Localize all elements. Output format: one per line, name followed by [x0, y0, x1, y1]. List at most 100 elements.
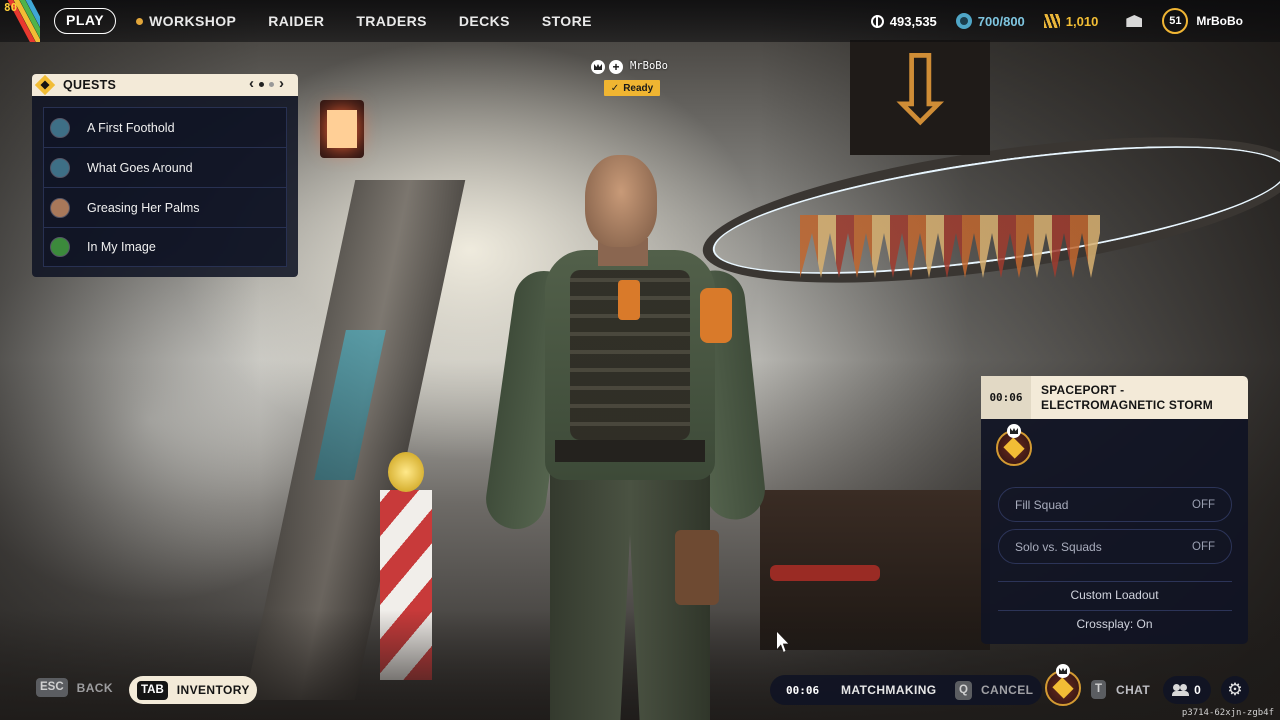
- credits-currency[interactable]: 1,010: [1043, 13, 1099, 29]
- settings-button[interactable]: ⚙: [1221, 676, 1249, 704]
- coins-currency[interactable]: 493,535: [870, 13, 937, 29]
- quest-title: What Goes Around: [87, 160, 193, 175]
- credits-icon: [1043, 14, 1060, 28]
- matchmaking-status-bar: 00:06 MATCHMAKING Q CANCEL: [770, 675, 1042, 705]
- player-name: MrBoBo: [1196, 14, 1243, 28]
- quest-item[interactable]: What Goes Around: [43, 147, 287, 187]
- friends-button[interactable]: 0: [1163, 676, 1211, 704]
- leader-crown-icon: [1007, 424, 1021, 438]
- add-friend-icon[interactable]: +: [609, 60, 623, 74]
- nav-traders-tab[interactable]: TRADERS: [356, 8, 426, 34]
- coins-icon: [870, 14, 884, 28]
- nav-raider-tab[interactable]: RAIDER: [268, 8, 324, 34]
- nav-play-tab[interactable]: PLAY: [54, 8, 117, 34]
- friends-online-count: 0: [1194, 683, 1201, 697]
- quest-giver-avatar: [50, 117, 70, 138]
- solo-vs-squads-toggle[interactable]: Solo vs. Squads OFF: [998, 529, 1232, 564]
- tab-key-hint: TAB: [137, 680, 168, 700]
- pager-prev-button[interactable]: ‹: [249, 76, 254, 91]
- quest-diamond-icon: [34, 74, 56, 96]
- main-nav: PLAY WORKSHOP RAIDER TRADERS DECKS STORE: [54, 8, 592, 34]
- inventory-button[interactable]: TAB INVENTORY: [129, 676, 257, 704]
- stash-capacity-icon: [955, 13, 972, 29]
- squad-rank-badge: [996, 424, 1032, 466]
- chat-label: CHAT: [1116, 682, 1151, 697]
- matchmaking-timer: 00:06: [981, 376, 1031, 419]
- crossplay-setting[interactable]: Crossplay: On: [981, 617, 1248, 631]
- matchmaking-header: 00:06 SPACEPORT - ELECTROMAGNETIC STORM: [981, 376, 1248, 419]
- cancel-matchmaking-button[interactable]: CANCEL: [981, 683, 1033, 697]
- quest-item[interactable]: A First Foothold: [43, 107, 287, 147]
- pager-dot-active: [259, 81, 264, 87]
- currency-bar: 493,535 700/800 1,010 51 MrBoBo: [870, 0, 1280, 42]
- raider-character: [482, 150, 768, 720]
- q-key-hint: Q: [955, 680, 972, 700]
- squad-member-slot[interactable]: + MrBoBo ✓ Ready: [588, 58, 678, 100]
- quest-title: In My Image: [87, 240, 156, 254]
- nav-store-tab[interactable]: STORE: [542, 8, 592, 34]
- matchmaking-bar-timer: 00:06: [786, 683, 820, 697]
- quest-item[interactable]: In My Image: [43, 227, 287, 267]
- gear-capacity-amount: 700/800: [977, 13, 1025, 29]
- panel-divider: [998, 581, 1232, 582]
- inventory-label: INVENTORY: [176, 683, 250, 697]
- scene-arrow-sign: [850, 40, 990, 155]
- game-logo: 80: [0, 0, 40, 42]
- quests-header: QUESTS ‹ ›: [32, 74, 298, 96]
- selected-map-name: SPACEPORT - ELECTROMAGNETIC STORM: [1041, 383, 1213, 412]
- quests-pager: ‹ ›: [249, 76, 284, 91]
- nav-decks-tab[interactable]: DECKS: [459, 8, 510, 34]
- mail-icon[interactable]: [1126, 15, 1143, 27]
- quest-giver-avatar: [50, 237, 70, 257]
- scene-traffic-light: [320, 100, 364, 158]
- leader-crown-icon: [1056, 664, 1070, 678]
- quest-giver-avatar: [50, 157, 70, 178]
- ready-status-badge: ✓ Ready: [604, 80, 660, 96]
- friends-icon: [1172, 684, 1190, 696]
- esc-key-hint: ESC: [36, 678, 68, 697]
- player-profile[interactable]: 51 MrBoBo: [1162, 8, 1243, 34]
- coins-amount: 493,535: [889, 13, 937, 29]
- chat-button[interactable]: T CHAT: [1091, 680, 1150, 699]
- pager-next-button[interactable]: ›: [279, 76, 284, 91]
- matchmaking-bar-label: MATCHMAKING: [841, 683, 937, 697]
- character-shoulder-patch: [700, 288, 732, 343]
- character-head: [585, 155, 657, 247]
- nav-workshop-tab[interactable]: WORKSHOP: [136, 8, 236, 34]
- squad-rank-badge-bottom[interactable]: [1045, 664, 1081, 706]
- player-level-badge: 51: [1162, 8, 1189, 34]
- quests-panel: QUESTS ‹ › A First Foothold What Goes Ar…: [32, 74, 298, 277]
- build-id-label: p3714-62xjn-zgb4f: [1181, 708, 1274, 718]
- back-button[interactable]: ESC BACK: [36, 678, 113, 697]
- quest-item[interactable]: Greasing Her Palms: [43, 187, 287, 227]
- quest-title: A First Foothold: [87, 120, 175, 135]
- character-belt: [555, 440, 705, 462]
- quest-giver-avatar: [50, 197, 70, 218]
- fill-squad-value: OFF: [1192, 498, 1215, 511]
- credits-amount: 1,010: [1065, 13, 1099, 29]
- pager-dot: [269, 81, 274, 87]
- custom-loadout-button[interactable]: Custom Loadout: [981, 588, 1248, 602]
- scene-bar-stool: [770, 565, 880, 581]
- solo-vs-squads-value: OFF: [1192, 540, 1215, 553]
- character-chest-patch: [618, 280, 640, 320]
- checkmark-icon: ✓: [610, 82, 620, 94]
- nav-workshop-label: WORKSHOP: [149, 13, 237, 29]
- back-label: BACK: [76, 680, 113, 695]
- gear-capacity-currency[interactable]: 700/800: [955, 13, 1025, 29]
- fill-squad-toggle[interactable]: Fill Squad OFF: [998, 487, 1232, 522]
- scene-yellow-lamp: [388, 452, 424, 492]
- panel-divider: [998, 610, 1232, 611]
- solo-vs-squads-label: Solo vs. Squads: [1015, 539, 1102, 554]
- character-leg-pouch: [675, 530, 719, 605]
- matchmaking-panel: 00:06 SPACEPORT - ELECTROMAGNETIC STORM …: [981, 376, 1248, 644]
- ready-status-label: Ready: [623, 82, 654, 94]
- squad-member-name: MrBoBo: [630, 60, 668, 72]
- t-key-hint: T: [1091, 680, 1107, 699]
- quests-title: QUESTS: [63, 78, 117, 92]
- party-leader-crown-icon: [591, 60, 605, 74]
- top-navigation-bar: 80 PLAY WORKSHOP RAIDER TRADERS DECKS ST…: [0, 0, 1280, 42]
- fill-squad-label: Fill Squad: [1015, 497, 1069, 512]
- quest-title: Greasing Her Palms: [87, 200, 200, 215]
- notification-dot-icon: [136, 17, 144, 25]
